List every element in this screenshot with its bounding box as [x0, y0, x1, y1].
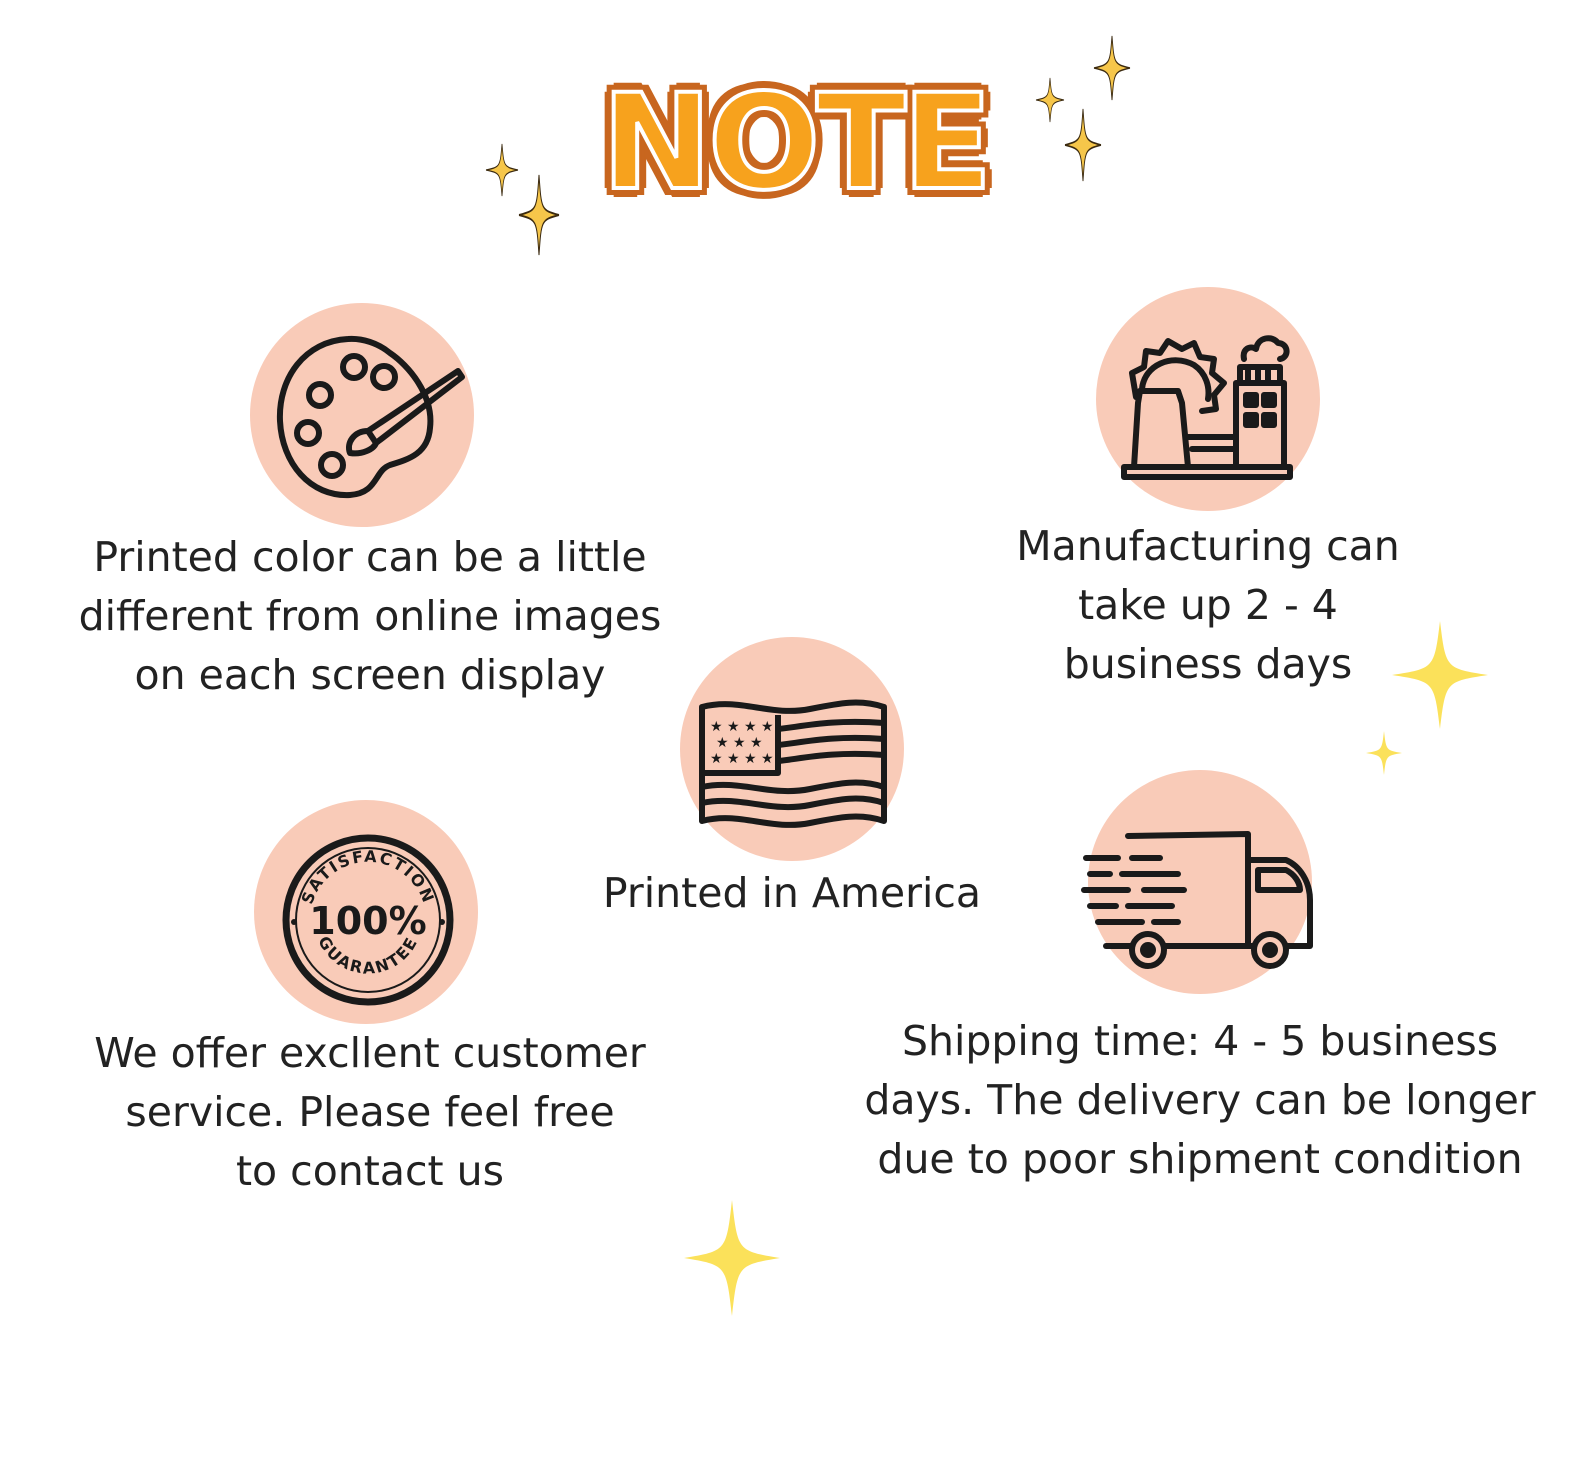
svg-text:★ ★ ★ ★: ★ ★ ★ ★ — [710, 719, 774, 735]
palette-circle — [250, 303, 474, 527]
svg-text:★ ★ ★: ★ ★ ★ — [716, 735, 763, 751]
note-title: NOTE — [600, 64, 995, 222]
note-color-text: Printed color can be a little different … — [78, 533, 662, 699]
note-customer-service-text: We offer excllent customer service. Plea… — [94, 1029, 646, 1195]
us-flag-icon: ★ ★ ★ ★ ★ ★ ★ ★ ★ ★ ★ — [699, 699, 887, 828]
note-shipping-text: Shipping time: 4 - 5 business days. The … — [864, 1017, 1536, 1183]
note-manufacturing-text: Manufacturing can take up 2 - 4 business… — [1016, 522, 1400, 688]
sparkle-icon — [519, 175, 559, 255]
truck-circle — [1081, 770, 1313, 994]
satisfaction-guarantee-badge-icon: SATISFACTION GUARANTEE 100% — [282, 834, 454, 1006]
badge-circle: SATISFACTION GUARANTEE 100% — [254, 800, 478, 1024]
sparkle-icon — [1366, 731, 1402, 775]
sparkle-icon — [1036, 78, 1064, 122]
delivery-truck-icon — [1081, 831, 1313, 969]
sparkle-icon — [486, 144, 518, 196]
svg-text:★ ★ ★ ★: ★ ★ ★ ★ — [710, 751, 774, 767]
factory-icon — [1121, 335, 1293, 480]
note-printed-america-text: Printed in America — [602, 869, 982, 917]
sparkle-icon — [1065, 109, 1101, 181]
badge-center-text: 100% — [309, 899, 426, 943]
palette-icon — [276, 335, 465, 499]
sparkle-icon — [684, 1200, 780, 1316]
factory-circle — [1096, 287, 1320, 511]
sparkle-icon — [1094, 36, 1130, 100]
flag-circle: ★ ★ ★ ★ ★ ★ ★ ★ ★ ★ ★ — [680, 637, 904, 861]
